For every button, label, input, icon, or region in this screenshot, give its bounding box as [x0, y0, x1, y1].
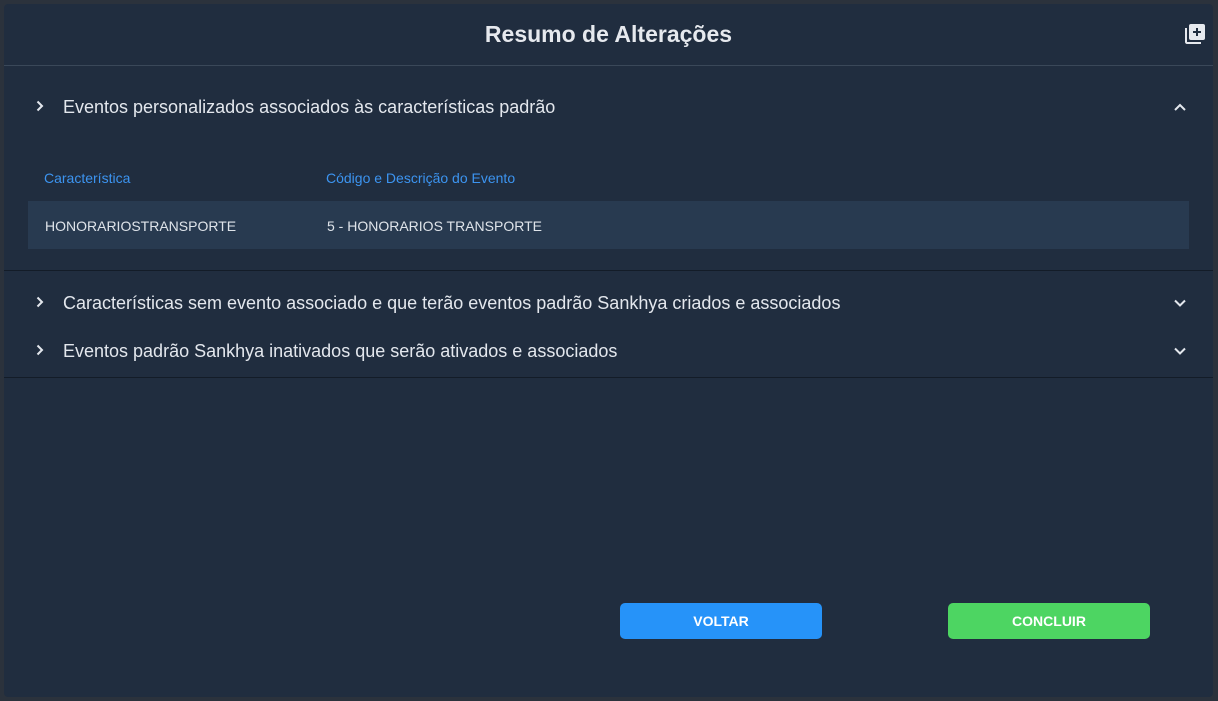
finish-button[interactable]: CONCLUIR — [948, 603, 1150, 639]
back-button[interactable]: VOLTAR — [620, 603, 822, 639]
section-custom-events-header[interactable]: Eventos personalizados associados às car… — [4, 84, 1213, 132]
add-to-collection-icon[interactable] — [1183, 22, 1207, 46]
chevron-down-icon[interactable] — [1173, 344, 1187, 358]
chevron-right-icon — [36, 100, 44, 112]
column-header-codigo-descricao[interactable]: Código e Descrição do Evento — [326, 170, 515, 186]
section-title: Características sem evento associado e q… — [63, 293, 841, 313]
section-divider — [4, 377, 1213, 378]
chevron-up-icon[interactable] — [1173, 100, 1187, 114]
section-custom-events: Eventos personalizados associados às car… — [4, 84, 1213, 270]
section-inactive-events-header[interactable]: Eventos padrão Sankhya inativados que se… — [4, 328, 1213, 376]
section-title: Eventos padrão Sankhya inativados que se… — [63, 341, 618, 361]
section-inactive-events: Eventos padrão Sankhya inativados que se… — [4, 328, 1213, 376]
chevron-down-icon[interactable] — [1173, 296, 1187, 310]
cell-caracteristica: HONORARIOSTRANSPORTE — [45, 218, 237, 234]
chevron-right-icon — [36, 296, 44, 308]
summary-dialog: Resumo de Alterações Eventos personaliza… — [4, 4, 1213, 697]
column-header-caracteristica[interactable]: Característica — [44, 170, 130, 186]
dialog-title: Resumo de Alterações — [484, 21, 733, 47]
chevron-right-icon — [36, 344, 44, 356]
section-characteristics-header[interactable]: Características sem evento associado e q… — [4, 280, 1213, 328]
dialog-header: Resumo de Alterações — [4, 4, 1213, 66]
table-row[interactable]: HONORARIOSTRANSPORTE 5 - HONORARIOS TRAN… — [28, 201, 1189, 249]
cell-codigo-descricao: 5 - HONORARIOS TRANSPORTE — [327, 218, 542, 234]
section-title: Eventos personalizados associados às car… — [63, 97, 556, 117]
section-divider — [4, 270, 1213, 271]
section-characteristics-without-event: Características sem evento associado e q… — [4, 280, 1213, 328]
